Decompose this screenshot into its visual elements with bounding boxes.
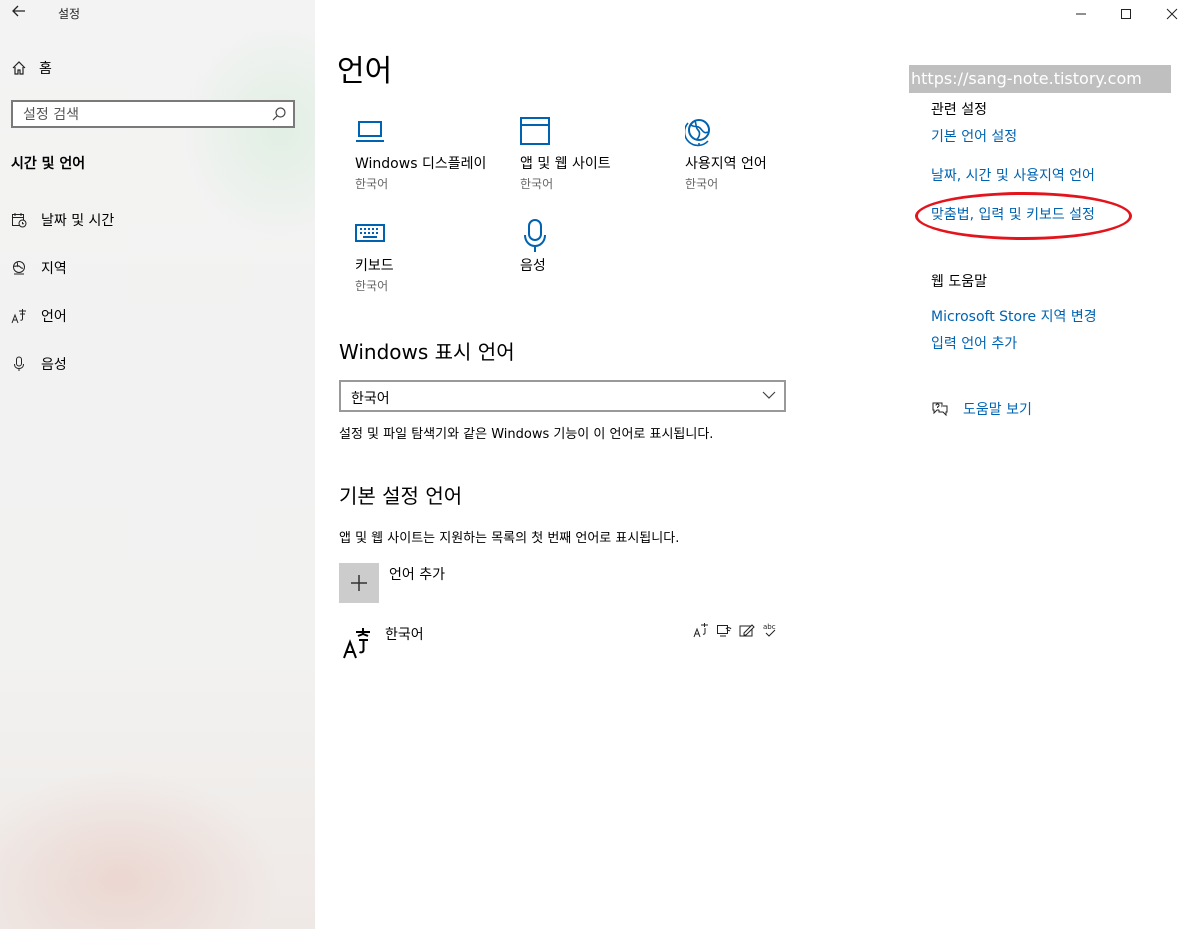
tile-label: Windows 디스플레이 (355, 156, 487, 172)
sidebar-item-region[interactable]: 지역 (11, 258, 67, 278)
microphone-icon (520, 219, 670, 253)
handwriting-feature-icon (739, 622, 755, 638)
minimize-button[interactable] (1071, 4, 1091, 24)
home-icon (12, 61, 26, 75)
display-language-heading: Windows 표시 언어 (339, 340, 515, 364)
display-language-feature-icon (693, 622, 709, 638)
tile-sublabel: 한국어 (685, 177, 719, 191)
calendar-clock-icon (11, 212, 27, 228)
back-arrow-icon (12, 5, 25, 17)
sidebar: 설정 홈 시간 및 언어 날짜 및 시간 지역 언어 음성 (0, 0, 315, 929)
link-basic-language-settings[interactable]: 기본 언어 설정 (931, 126, 1017, 146)
tile-label: 사용지역 언어 (685, 156, 767, 172)
tile-label: 키보드 (355, 258, 394, 274)
tile-speech[interactable]: 음성 (520, 219, 670, 275)
tile-sublabel: 한국어 (355, 279, 389, 293)
sidebar-section-title: 시간 및 언어 (11, 156, 86, 172)
laptop-icon (355, 117, 505, 151)
main-content: 언어 Windows 디스플레이 한국어 앱 및 웹 사이트 한국어 사용지역 … (315, 0, 1193, 929)
link-add-input-language[interactable]: 입력 언어 추가 (931, 333, 1017, 353)
sidebar-item-date-time[interactable]: 날짜 및 시간 (11, 210, 114, 230)
help-chat-icon (932, 402, 948, 417)
microphone-icon (11, 356, 27, 372)
preferred-language-heading: 기본 설정 언어 (339, 484, 463, 508)
get-help-link[interactable]: 도움말 보기 (931, 399, 1032, 419)
sidebar-item-label: 음성 (41, 357, 67, 373)
close-button[interactable] (1162, 4, 1182, 24)
tile-label: 음성 (520, 258, 546, 274)
minimize-icon (1076, 13, 1086, 15)
close-icon (1166, 8, 1178, 20)
display-language-select[interactable]: 한국어 (339, 380, 786, 412)
web-help-heading: 웹 도움말 (931, 274, 987, 290)
language-item-name[interactable]: 한국어 (385, 624, 424, 644)
maximize-icon (1121, 9, 1131, 19)
add-language-button[interactable] (339, 563, 379, 603)
link-date-time-region[interactable]: 날짜, 시간 및 사용지역 언어 (931, 165, 1095, 185)
settings-search[interactable] (11, 100, 295, 128)
tile-windows-display[interactable]: Windows 디스플레이 한국어 (355, 117, 505, 192)
tile-label: 앱 및 웹 사이트 (520, 156, 611, 172)
preferred-language-description: 앱 및 웹 사이트는 지원하는 목록의 첫 번째 언어로 표시됩니다. (339, 531, 680, 546)
maximize-button[interactable] (1116, 4, 1136, 24)
sidebar-item-label: 날짜 및 시간 (41, 213, 115, 229)
globe-icon (683, 117, 835, 151)
related-settings-heading: 관련 설정 (931, 102, 987, 118)
speech-feature-icon (716, 622, 732, 638)
back-button[interactable] (11, 3, 31, 23)
get-help-label: 도움말 보기 (963, 402, 1032, 418)
window-title: 설정 (58, 7, 81, 21)
tile-sublabel: 한국어 (520, 177, 554, 191)
tile-regional-language[interactable]: 사용지역 언어 한국어 (683, 117, 835, 192)
spellcheck-feature-icon: abc (762, 622, 778, 638)
page-title: 언어 (337, 54, 393, 89)
home-label: 홈 (39, 61, 52, 77)
search-icon[interactable] (271, 106, 287, 122)
keyboard-icon (355, 219, 505, 253)
chevron-down-icon (762, 391, 776, 399)
highlight-annotation (915, 192, 1132, 240)
tile-apps-websites[interactable]: 앱 및 웹 사이트 한국어 (520, 117, 670, 192)
region-globe-icon (11, 260, 27, 276)
svg-text:abc: abc (763, 623, 776, 631)
language-icon (342, 626, 374, 660)
language-icon (11, 308, 27, 324)
tile-sublabel: 한국어 (355, 177, 389, 191)
link-store-region[interactable]: Microsoft Store 지역 변경 (931, 306, 1097, 326)
display-language-description: 설정 및 파일 탐색기와 같은 Windows 기능이 이 언어로 표시됩니다. (339, 427, 714, 442)
home-link[interactable]: 홈 (11, 58, 52, 78)
sidebar-item-speech[interactable]: 음성 (11, 354, 67, 374)
add-language-label[interactable]: 언어 추가 (389, 564, 445, 584)
search-input[interactable] (13, 102, 265, 128)
plus-icon (351, 575, 367, 591)
tile-keyboard[interactable]: 키보드 한국어 (355, 219, 505, 294)
sidebar-item-label: 지역 (41, 261, 67, 277)
browser-window-icon (520, 117, 670, 151)
watermark-url: https://sang-note.tistory.com (909, 65, 1171, 93)
sidebar-item-label: 언어 (41, 309, 67, 325)
display-language-value: 한국어 (351, 391, 390, 407)
sidebar-item-language[interactable]: 언어 (11, 306, 67, 326)
